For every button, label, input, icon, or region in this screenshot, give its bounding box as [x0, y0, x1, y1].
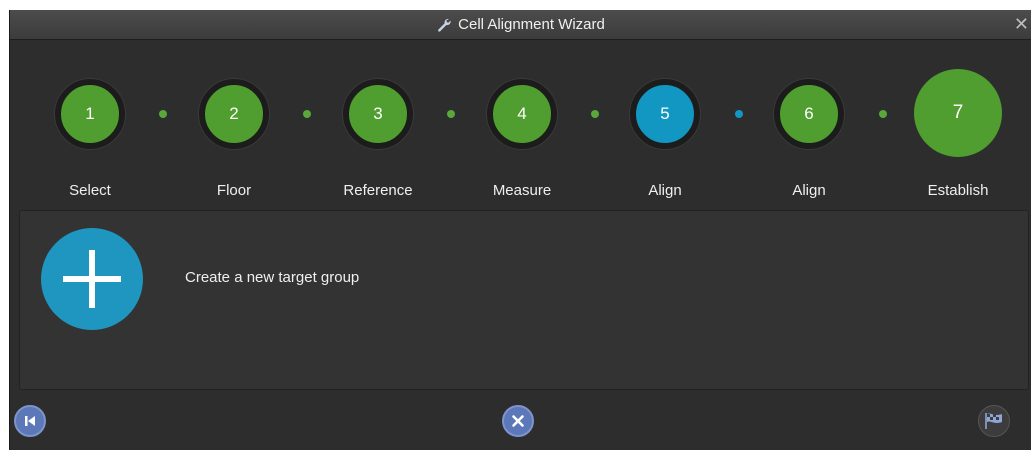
step-connector-dot — [591, 110, 599, 118]
step-number: 3 — [373, 104, 383, 123]
step-connector-dot — [879, 110, 887, 118]
close-icon[interactable]: ✕ — [1014, 14, 1029, 34]
finish-button[interactable] — [978, 405, 1010, 437]
step-connector-dot — [735, 110, 743, 118]
step-number: 7 — [952, 102, 964, 123]
step-2-label: Floor — [216, 182, 252, 199]
title-bar: Cell Alignment Wizard ✕ — [10, 10, 1031, 40]
step-3-label: Reference — [343, 182, 413, 199]
step-7-circle[interactable]: 7 — [914, 69, 1002, 157]
target-group-panel: Create a new target group — [19, 210, 1029, 390]
step-number: 2 — [229, 104, 239, 123]
step-number: 6 — [804, 104, 814, 123]
step-connector-dot — [159, 110, 167, 118]
skip-back-icon — [25, 416, 35, 426]
step-4-circle[interactable]: 4 — [487, 79, 557, 149]
step-indicator: 1 2 3 4 5 6 7 Select Floor Reference Mea… — [10, 40, 1031, 218]
plus-icon-bar — [63, 276, 121, 282]
step-4-label: Measure — [492, 182, 552, 199]
wizard-window: Cell Alignment Wizard ✕ 1 2 3 4 5 6 7 Se… — [9, 10, 1031, 450]
add-target-group-button[interactable] — [41, 228, 143, 330]
step-7-label: Establish — [927, 182, 989, 199]
step-1-circle[interactable]: 1 — [55, 79, 125, 149]
step-1-label: Select — [69, 182, 111, 199]
step-3-circle[interactable]: 3 — [343, 79, 413, 149]
step-6-circle[interactable]: 6 — [774, 79, 844, 149]
step-number: 5 — [660, 104, 670, 123]
cancel-icon — [512, 415, 524, 427]
step-5-label: Align — [648, 182, 682, 199]
checkered-flag-icon — [985, 413, 1002, 429]
step-number: 1 — [85, 104, 95, 123]
window-title: Cell Alignment Wizard — [458, 16, 605, 33]
step-2-circle[interactable]: 2 — [199, 79, 269, 149]
add-target-group-label[interactable]: Create a new target group — [185, 269, 359, 286]
title-wrap: Cell Alignment Wizard — [436, 16, 605, 33]
step-connector-dot — [447, 110, 455, 118]
step-number: 4 — [517, 104, 527, 123]
step-5-circle[interactable]: 5 — [630, 79, 700, 149]
cancel-button[interactable] — [502, 405, 534, 437]
wrench-icon — [438, 18, 451, 32]
step-connector-dot — [303, 110, 311, 118]
step-6-label: Align — [792, 182, 826, 199]
back-button[interactable] — [14, 405, 46, 437]
